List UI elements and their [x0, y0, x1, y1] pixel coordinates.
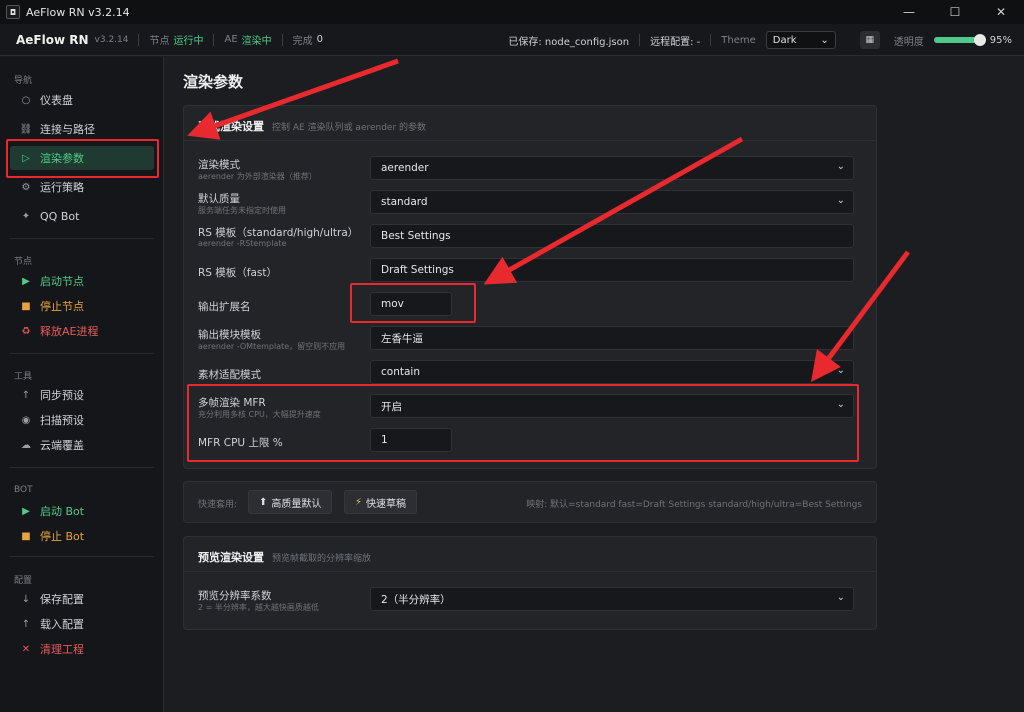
stop-node-button[interactable]: ■ 停止节点 — [10, 294, 154, 318]
clean-project-button[interactable]: ✕ 清理工程 — [10, 637, 154, 661]
high-quality-default-button[interactable]: ⬆ 高质量默认 — [248, 490, 333, 514]
close-window-button[interactable]: ✕ — [978, 0, 1024, 24]
card-subtitle: 预览帧截取的分辨率缩放 — [272, 554, 372, 564]
chevron-down-icon: ⌄ — [836, 592, 845, 603]
chevron-down-icon: ⌄ — [836, 161, 845, 172]
quick-apply-label: 快速套用: — [198, 500, 238, 510]
annotation-box-mfr — [187, 384, 859, 462]
annotation-box-sidebar — [6, 139, 159, 178]
preview-scale-select[interactable]: 2（半分辨率） ⌄ — [370, 587, 854, 611]
saved-status: 已保存: node_config.json — [508, 36, 630, 48]
rs-template-fast-row: RS 模板（fast） Draft Settings — [198, 254, 864, 288]
cloud-icon: ☁ — [21, 439, 31, 451]
link-icon: ⛓ — [19, 123, 33, 135]
theme-value: Dark — [772, 34, 797, 46]
done-count-label: 完成 — [292, 36, 313, 47]
card-title: 正式渲染设置 — [198, 120, 264, 133]
window-title: AeFlow RN v3.2.14 — [26, 5, 130, 19]
arrow-down-icon: ↓ — [21, 593, 31, 605]
save-config-button[interactable]: ↓ 保存配置 — [10, 587, 154, 611]
maximize-button[interactable]: ☐ — [932, 0, 978, 24]
node-status-label: 节点 — [149, 36, 170, 47]
quality-mapping-text: 映射: 默认=standard fast=Draft Settings stan… — [526, 500, 862, 510]
node-status-value: 运行中 — [173, 36, 204, 47]
recycle-icon: ♻ — [21, 325, 31, 337]
footage-fit-select[interactable]: contain ⌄ — [370, 360, 854, 384]
sidebar-section-title: 节点 — [14, 257, 33, 267]
chevron-down-icon: ⌄ — [820, 34, 829, 46]
sidebar-item-strategy[interactable]: ⚙ 运行策略 — [10, 175, 154, 199]
sidebar-section-title: BOT — [14, 485, 33, 495]
sidebar-section-title: 配置 — [14, 576, 33, 586]
arrow-up-icon: ⬆ — [259, 496, 268, 508]
close-icon: ✕ — [21, 643, 31, 655]
default-quality-select[interactable]: standard ⌄ — [370, 190, 854, 214]
start-node-button[interactable]: ▶ 启动节点 — [10, 269, 154, 293]
chevron-down-icon: ⌄ — [836, 365, 845, 376]
arrow-up-icon: ↑ — [21, 389, 31, 401]
ae-status-value: 渲染中 — [241, 36, 272, 47]
default-quality-row: 默认质量 服务端任务未指定时使用 standard ⌄ — [198, 186, 864, 220]
rs-template-input[interactable]: Best Settings — [370, 224, 854, 248]
output-module-row: 输出模块模板 aerender -OMtemplate，留空则不应用 左香牛逼 — [198, 322, 864, 356]
done-count-value: 0 — [316, 34, 324, 45]
scan-presets-button[interactable]: ◉ 扫描预设 — [10, 408, 154, 432]
opacity-value: 95% — [989, 34, 1012, 46]
opacity-label: 透明度 — [893, 36, 924, 48]
app-header: AeFlow RN v3.2.14 节点 运行中 AE 渲染中 完成 0 已保存… — [0, 24, 1024, 56]
start-bot-button[interactable]: ▶ 启动 Bot — [10, 499, 154, 523]
circle-icon: ○ — [21, 94, 31, 106]
ae-status-label: AE — [224, 34, 238, 45]
preview-scale-row: 预览分辨率系数 2 = 半分辨率，越大越快画质越低 2（半分辨率） ⌄ — [198, 583, 864, 617]
rs-template-fast-input[interactable]: Draft Settings — [370, 258, 854, 282]
brand-name: AeFlow RN — [16, 32, 89, 47]
load-config-button[interactable]: ↑ 载入配置 — [10, 612, 154, 636]
stop-icon: ■ — [21, 300, 31, 312]
play-icon: ▶ — [22, 505, 30, 517]
window-titlebar: ◘ AeFlow RN v3.2.14 — ☐ ✕ — [0, 0, 1024, 24]
version-label: v3.2.14 — [94, 34, 129, 45]
page-title: 渲染参数 — [183, 73, 244, 91]
opacity-slider-knob[interactable] — [973, 34, 986, 46]
sparkle-icon: ✦ — [21, 210, 31, 222]
quick-apply-bar: 快速套用: ⬆ 高质量默认 ⚡ 快速草稿 映射: 默认=standard fast=… — [183, 481, 877, 523]
annotation-box-ext — [350, 283, 476, 323]
cloud-override-button[interactable]: ☁ 云端覆盖 — [10, 433, 154, 457]
theme-label: Theme — [721, 34, 756, 46]
sidebar-item-connection[interactable]: ⛓ 连接与路径 — [10, 117, 154, 141]
theme-select[interactable]: Dark ⌄ — [765, 31, 836, 49]
card-subtitle: 控制 AE 渲染队列或 aerender 的参数 — [272, 123, 427, 133]
fast-draft-button[interactable]: ⚡ 快速草稿 — [344, 490, 418, 514]
release-ae-button[interactable]: ♻ 释放AE进程 — [10, 319, 154, 343]
output-ext-row: 输出扩展名 mov — [198, 288, 864, 322]
rs-template-row: RS 模板（standard/high/ultra） aerender -RSt… — [198, 220, 864, 254]
radio-icon: ◉ — [21, 414, 31, 426]
output-module-input[interactable]: 左香牛逼 — [370, 326, 854, 350]
stop-bot-button[interactable]: ■ 停止 Bot — [10, 524, 154, 548]
app-logo-icon: ◘ — [6, 5, 20, 19]
render-mode-select[interactable]: aerender ⌄ — [370, 156, 854, 180]
preview-settings-card: 预览渲染设置 预览帧截取的分辨率缩放 预览分辨率系数 2 = 半分辨率，越大越快… — [183, 536, 877, 630]
chevron-down-icon: ⌄ — [836, 195, 845, 206]
minimize-button[interactable]: — — [886, 0, 932, 24]
render-mode-row: 渲染模式 aerender 为外部渲染器（推荐） aerender ⌄ — [198, 152, 864, 186]
arrow-up-icon: ↑ — [21, 618, 31, 630]
gear-icon: ⚙ — [21, 181, 31, 193]
sidebar-section-title: 导航 — [14, 76, 33, 86]
remote-config-status: 远程配置: - — [650, 36, 701, 48]
card-title: 预览渲染设置 — [198, 551, 264, 564]
stop-icon: ■ — [21, 530, 31, 542]
sidebar-item-qqbot[interactable]: ✦ QQ Bot — [10, 204, 154, 228]
lightning-icon: ⚡ — [355, 496, 363, 508]
opacity-slider[interactable] — [933, 34, 986, 46]
sidebar-item-dashboard[interactable]: ○ 仪表盘 — [10, 88, 154, 112]
sync-presets-button[interactable]: ↑ 同步预设 — [10, 383, 154, 407]
sidebar-section-title: 工具 — [14, 372, 33, 382]
calculator-icon[interactable]: ▦ — [859, 31, 880, 49]
play-icon: ▶ — [22, 275, 30, 287]
